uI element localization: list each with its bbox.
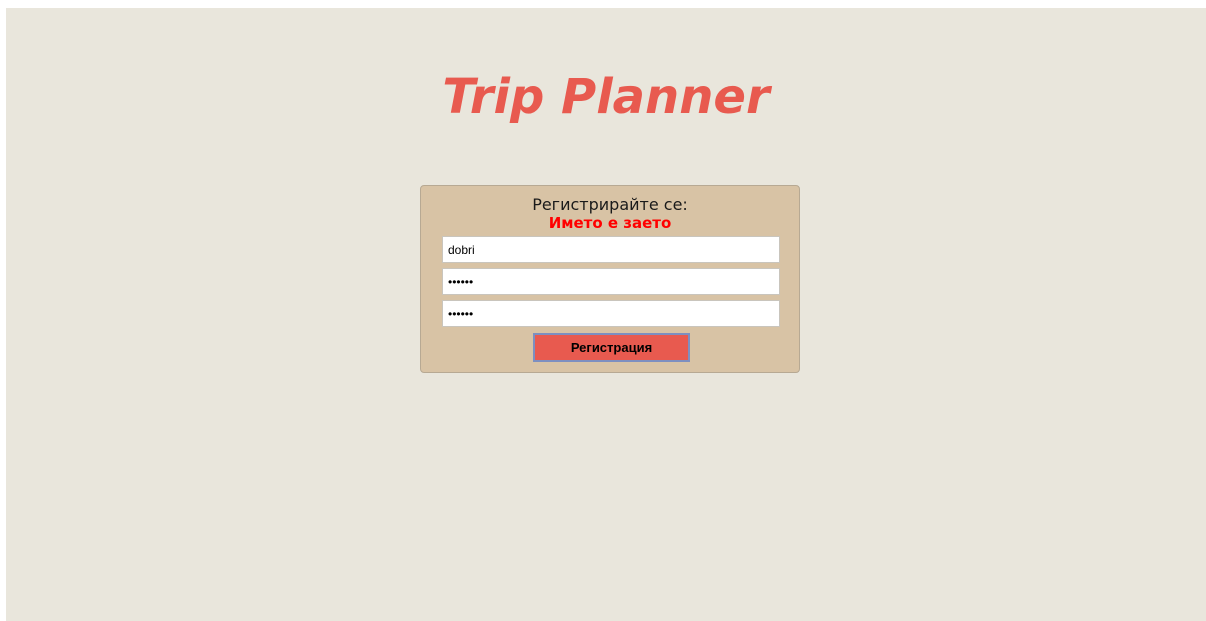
- registration-heading: Регистрирайте се:: [532, 195, 688, 214]
- password-input[interactable]: [442, 268, 780, 295]
- app-title: Trip Planner: [442, 69, 770, 125]
- registration-panel: Регистрирайте се: Името е заето Регистра…: [420, 185, 800, 373]
- register-button[interactable]: Регистрация: [533, 333, 690, 362]
- confirm-password-input[interactable]: [442, 300, 780, 327]
- error-message: Името е заето: [548, 214, 672, 232]
- username-input[interactable]: [442, 236, 780, 263]
- page-background: Trip Planner Регистрирайте се: Името е з…: [6, 8, 1206, 621]
